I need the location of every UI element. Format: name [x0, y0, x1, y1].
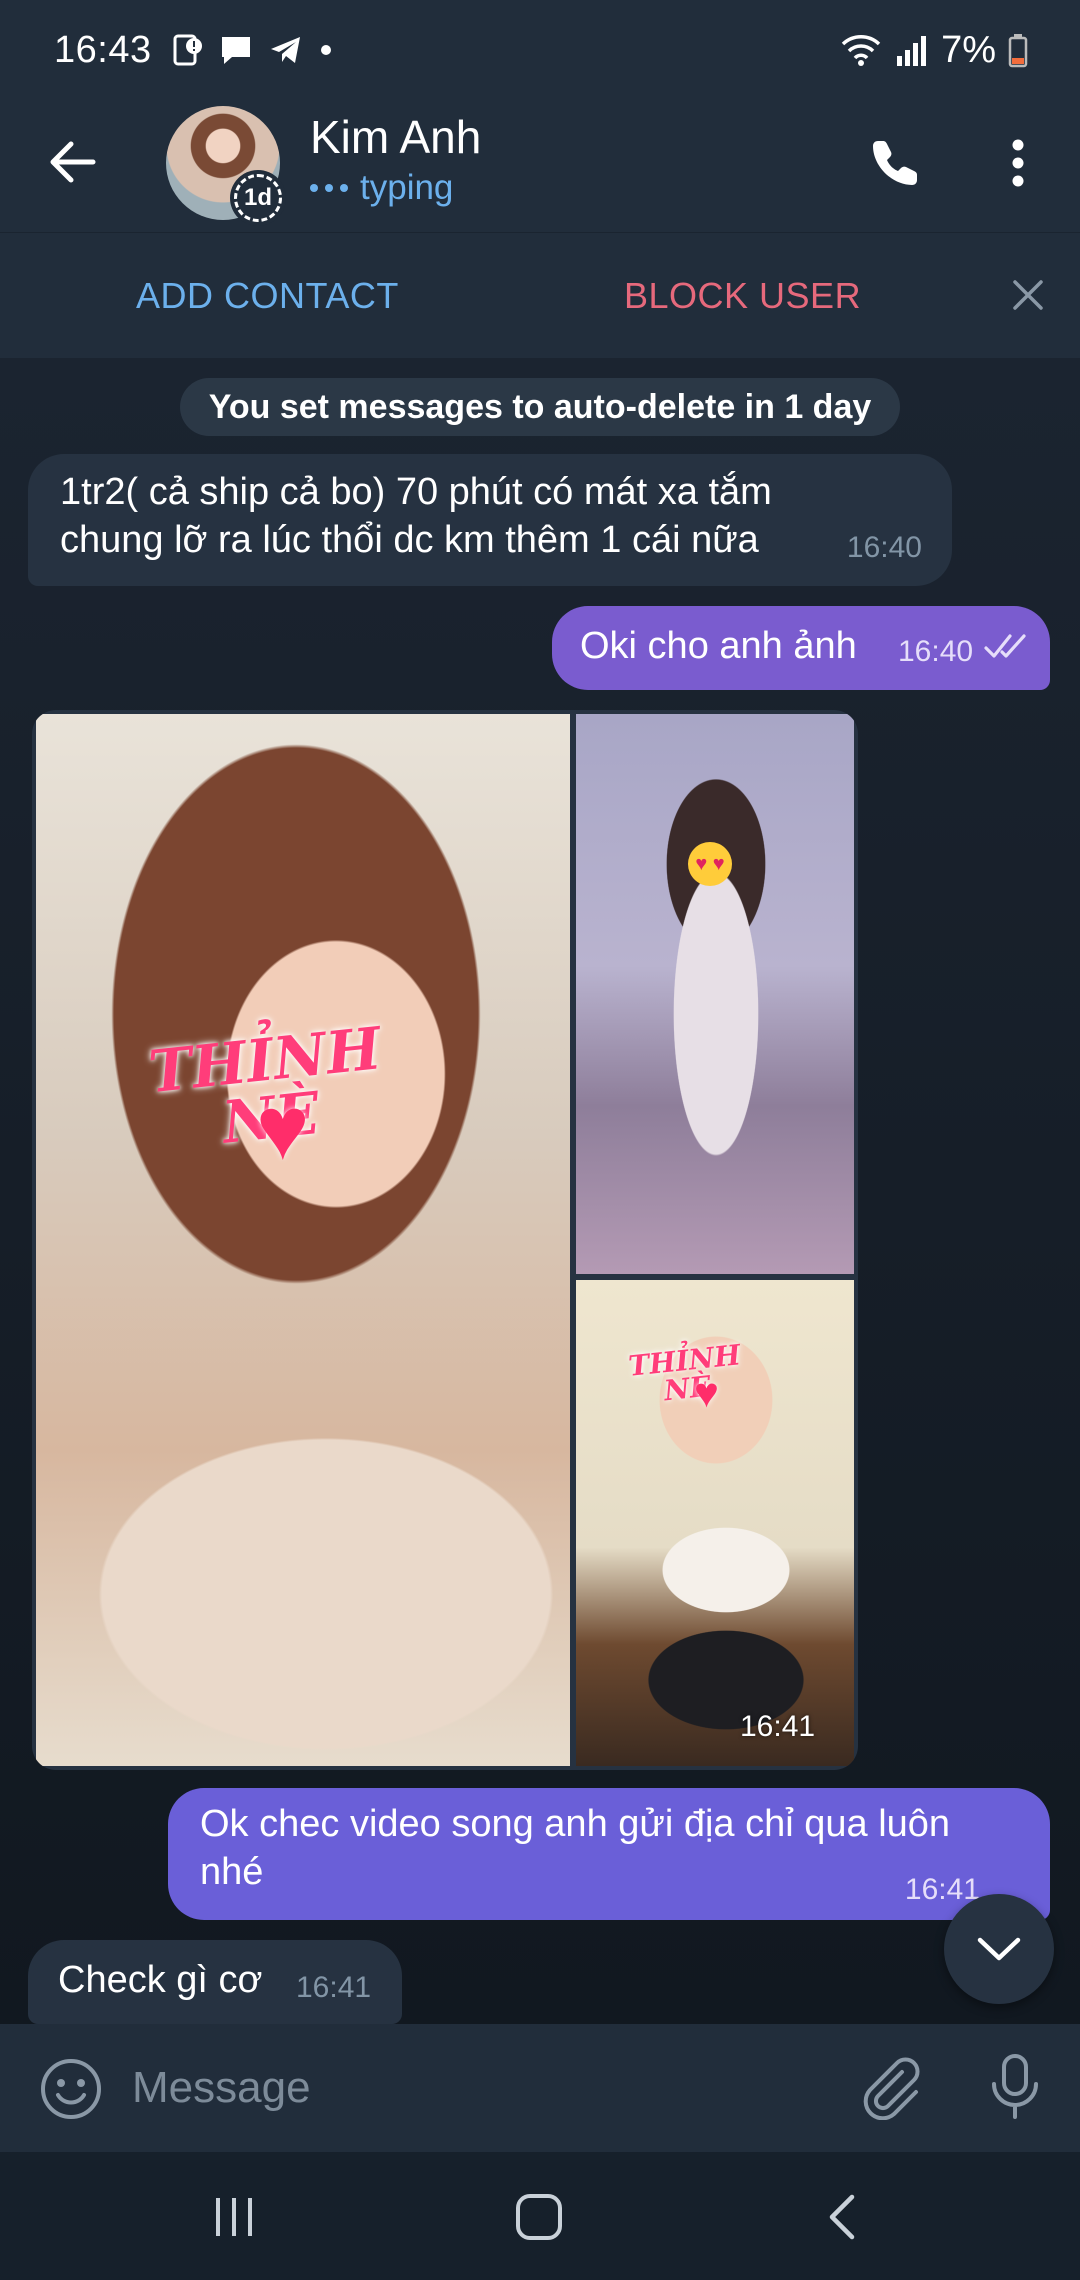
block-user-button[interactable]: BLOCK USER: [624, 275, 861, 317]
heart-icon: ♥: [256, 1079, 310, 1179]
emoji-button[interactable]: [38, 2056, 104, 2122]
chevron-left-icon: [829, 2194, 855, 2240]
typing-status: typing: [310, 168, 453, 208]
more-options-button[interactable]: [990, 128, 1046, 198]
typing-dots-icon: [310, 184, 348, 192]
message-outgoing[interactable]: Oki cho anh ảnh 16:40: [552, 606, 1050, 690]
chat-messages[interactable]: You set messages to auto-delete in 1 day…: [0, 358, 1080, 2024]
dot-icon: [320, 45, 331, 55]
smiley-icon: [41, 2059, 101, 2119]
message-text: Check gì cơ: [58, 1959, 263, 2001]
chevron-down-icon: [977, 1937, 1021, 1961]
sim-alert-icon: [173, 34, 202, 66]
close-icon: [1013, 280, 1043, 310]
message-time: 16:40: [846, 531, 922, 564]
message-text: Oki cho anh ảnh: [580, 625, 857, 667]
wifi-icon: [841, 35, 881, 66]
message-text-line: Ok chec video song anh gửi địa chỉ qua l…: [200, 1803, 951, 1845]
paperclip-icon: [863, 2057, 920, 2121]
status-bar: 16:43 7%: [0, 0, 1080, 100]
close-action-bar-button[interactable]: [1006, 273, 1050, 317]
story-badge: 1d: [230, 170, 286, 226]
system-back-button[interactable]: [822, 2192, 862, 2242]
message-text-line: 1tr2( cả ship cả bo) 70 phút có mát xa t…: [60, 471, 772, 513]
microphone-icon: [992, 2054, 1038, 2119]
call-button[interactable]: [860, 128, 930, 198]
recent-apps-button[interactable]: [210, 2192, 260, 2242]
album-photo[interactable]: ♥ ♥: [576, 714, 854, 1274]
message-input[interactable]: [132, 2054, 792, 2122]
home-button[interactable]: [510, 2192, 570, 2242]
notification-icons: [170, 33, 334, 67]
message-composer: [0, 2024, 1080, 2152]
double-check-icon: [984, 634, 1026, 658]
add-contact-button[interactable]: ADD CONTACT: [136, 275, 399, 317]
message-time: 16:41: [740, 1710, 816, 1743]
scroll-to-bottom-button[interactable]: [944, 1894, 1054, 2004]
heart-eyes-emoji-icon: ♥ ♥: [688, 842, 732, 886]
message-incoming[interactable]: Check gì cơ 16:41: [28, 1940, 402, 2024]
telegram-icon: [270, 37, 300, 63]
battery-percent: 7%: [941, 28, 996, 71]
system-navigation-bar: [0, 2152, 1080, 2280]
typing-status-label: typing: [360, 168, 454, 207]
message-time: 16:40: [898, 635, 974, 668]
microphone-button[interactable]: [982, 2052, 1048, 2122]
phone-icon: [873, 141, 917, 185]
album-photo[interactable]: THỈNH NÈ ♥: [576, 1280, 854, 1766]
dots-vertical-icon: [1012, 139, 1024, 187]
home-icon: [516, 2194, 562, 2240]
message-incoming[interactable]: 1tr2( cả ship cả bo) 70 phút có mát xa t…: [28, 454, 952, 586]
chat-bubble-icon: [221, 37, 250, 64]
message-text-line: chung lỡ ra lúc thổi dc km thêm 1 cái nữ…: [60, 519, 759, 561]
message-text-line: nhé: [200, 1851, 264, 1893]
message-outgoing[interactable]: Ok chec video song anh gửi địa chỉ qua l…: [168, 1788, 1050, 1920]
thinh-ne-sticker: THỈNH NÈ: [623, 1334, 750, 1416]
contact-name[interactable]: Kim Anh: [310, 110, 481, 164]
status-time: 16:43: [54, 28, 152, 71]
message-time: 16:41: [296, 1971, 372, 2004]
recent-apps-icon: [216, 2198, 252, 2236]
back-button[interactable]: [40, 130, 104, 194]
photo-album-message[interactable]: THỈNH NÈ ♥ ♥ ♥ THỈNH NÈ ♥ 16:41: [32, 710, 858, 1770]
attach-button[interactable]: [858, 2054, 924, 2121]
signal-icon: [897, 36, 927, 66]
system-icons: 7%: [839, 29, 1028, 72]
arrow-left-icon: [50, 141, 96, 183]
battery-low-icon: [1008, 34, 1028, 68]
story-badge-label: 1d: [234, 174, 282, 222]
album-photo[interactable]: THỈNH NÈ ♥: [36, 714, 570, 1766]
chat-header: 1d Kim Anh typing: [0, 100, 1080, 232]
auto-delete-service-message: You set messages to auto-delete in 1 day: [180, 378, 900, 436]
contact-action-bar: ADD CONTACT BLOCK USER: [0, 232, 1080, 358]
heart-icon: ♥: [694, 1369, 719, 1416]
